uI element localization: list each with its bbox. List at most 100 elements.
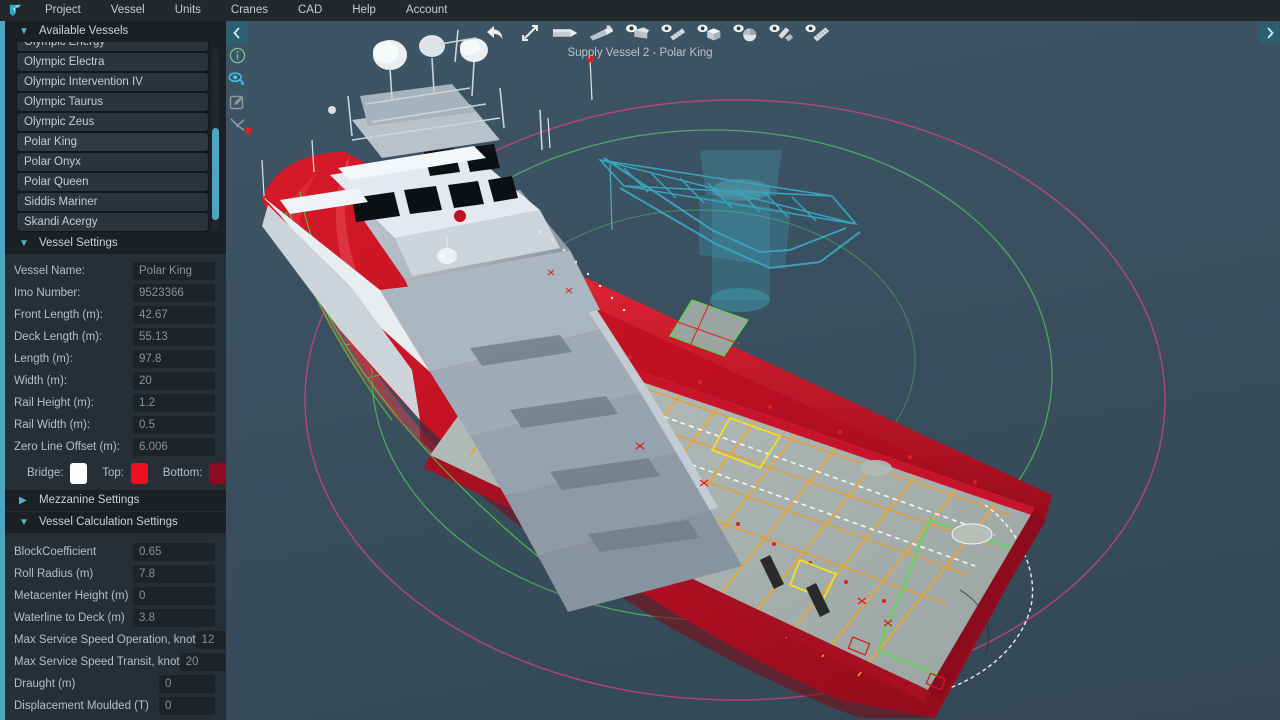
measure-line-icon[interactable] bbox=[226, 113, 248, 136]
show-measure-icon[interactable] bbox=[804, 20, 832, 46]
max-service-speed-transit-input[interactable] bbox=[179, 653, 226, 671]
show-cube-icon[interactable] bbox=[696, 20, 724, 46]
show-deck-icon[interactable] bbox=[624, 20, 652, 46]
list-item[interactable]: Siddis Mariner bbox=[16, 192, 209, 212]
bottom-color-label: Bottom: bbox=[162, 467, 203, 479]
front-length-input[interactable] bbox=[133, 306, 215, 324]
field-row-waterline-to-deck: Waterline to Deck (m) bbox=[5, 607, 226, 629]
displacement-moulded-input[interactable] bbox=[159, 697, 215, 715]
field-label: Vessel Name: bbox=[14, 265, 85, 277]
metacenter-height-input[interactable] bbox=[133, 587, 215, 605]
info-circle-icon[interactable] bbox=[226, 44, 248, 67]
available-vessels-list[interactable]: Olympic Energy Olympic Electra Olympic I… bbox=[5, 42, 226, 233]
left-sidebar: ▼ Available Vessels Olympic Energy Olymp… bbox=[0, 21, 226, 720]
menu-help[interactable]: Help bbox=[337, 0, 391, 21]
section-mezzanine-settings-header[interactable]: ▶ Mezzanine Settings bbox=[5, 490, 226, 511]
draught-input[interactable] bbox=[159, 675, 215, 693]
field-row-max-speed-transit: Max Service Speed Transit, knot bbox=[5, 651, 226, 673]
vessel-list-scrollbar-thumb[interactable] bbox=[212, 128, 219, 220]
expand-right-panel-chevron-icon[interactable] bbox=[1260, 22, 1279, 43]
list-item[interactable]: Skandi Acergy bbox=[16, 212, 209, 232]
field-label: Rail Height (m): bbox=[14, 397, 94, 409]
imo-number-input[interactable] bbox=[133, 284, 215, 302]
menu-account[interactable]: Account bbox=[391, 0, 463, 21]
bottom-color-swatch[interactable] bbox=[209, 462, 226, 484]
vessel-side-view-icon[interactable] bbox=[552, 20, 580, 46]
max-service-speed-operation-input[interactable] bbox=[195, 631, 226, 649]
list-item[interactable]: Polar Onyx bbox=[16, 152, 209, 172]
rail-width-input[interactable] bbox=[133, 416, 215, 434]
width-input[interactable] bbox=[133, 372, 215, 390]
section-title: Vessel Settings bbox=[39, 237, 118, 249]
field-label: Width (m): bbox=[14, 375, 68, 387]
deck-length-input[interactable] bbox=[133, 328, 215, 346]
waterline-to-deck-input[interactable] bbox=[133, 609, 215, 627]
application-window: Project Vessel Units Cranes CAD Help Acc… bbox=[0, 0, 1280, 720]
chevron-down-icon: ▼ bbox=[19, 516, 29, 528]
vessel-perspective-view-icon[interactable] bbox=[588, 20, 616, 46]
menu-cranes[interactable]: Cranes bbox=[216, 0, 283, 21]
menu-vessel[interactable]: Vessel bbox=[96, 0, 160, 21]
field-row-displacement-moulded: Displacement Moulded (T) bbox=[5, 695, 226, 717]
section-vessel-calculation-settings-header[interactable]: ▼ Vessel Calculation Settings bbox=[5, 512, 226, 533]
field-label: Deck Length (m): bbox=[14, 331, 103, 343]
section-title: Vessel Calculation Settings bbox=[39, 516, 178, 528]
rail-height-input[interactable] bbox=[133, 394, 215, 412]
field-row-rail-height: Rail Height (m): bbox=[5, 392, 226, 414]
field-label: Metacenter Height (m) bbox=[14, 590, 129, 602]
field-label: Waterline to Deck (m) bbox=[14, 612, 125, 624]
field-row-roll-radius: Roll Radius (m) bbox=[5, 563, 226, 585]
expand-fullscreen-icon[interactable] bbox=[516, 20, 544, 46]
app-logo-icon[interactable] bbox=[0, 0, 30, 21]
vessel-name-input[interactable] bbox=[133, 262, 215, 280]
field-label: Front Length (m): bbox=[14, 309, 103, 321]
edit-square-icon[interactable] bbox=[226, 90, 248, 113]
field-row-max-speed-operation: Max Service Speed Operation, knot bbox=[5, 629, 226, 651]
list-item[interactable]: Polar Queen bbox=[16, 172, 209, 192]
roll-radius-input[interactable] bbox=[133, 565, 215, 583]
menu-project[interactable]: Project bbox=[30, 0, 96, 21]
field-label: Max Service Speed Transit, knot bbox=[14, 656, 180, 668]
vessel-color-row: Bridge: Top: Bottom: bbox=[5, 458, 226, 488]
field-label: Displacement Moulded (T) bbox=[14, 700, 149, 712]
vessel-calculation-settings-form: BlockCoefficient Roll Radius (m) Metacen… bbox=[0, 533, 226, 717]
list-item[interactable]: Olympic Energy bbox=[16, 42, 209, 52]
bridge-color-swatch[interactable] bbox=[70, 462, 88, 484]
field-label: Roll Radius (m) bbox=[14, 568, 94, 580]
field-row-deck-length: Deck Length (m): bbox=[5, 326, 226, 348]
list-item[interactable]: Olympic Taurus bbox=[16, 92, 209, 112]
chevron-right-icon: ▶ bbox=[19, 494, 27, 506]
show-ruler-icon[interactable] bbox=[660, 20, 688, 46]
section-vessel-settings-header[interactable]: ▼ Vessel Settings bbox=[5, 233, 226, 254]
show-cargo-icon[interactable] bbox=[768, 20, 796, 46]
field-row-metacenter-height: Metacenter Height (m) bbox=[5, 585, 226, 607]
field-row-length: Length (m): bbox=[5, 348, 226, 370]
menu-cad[interactable]: CAD bbox=[283, 0, 337, 21]
list-item[interactable]: Olympic Zeus bbox=[16, 112, 209, 132]
field-row-vessel-name: Vessel Name: bbox=[5, 260, 226, 282]
show-pie-icon[interactable] bbox=[732, 20, 760, 46]
section-title: Available Vessels bbox=[39, 25, 129, 37]
top-color-swatch[interactable] bbox=[130, 462, 148, 484]
field-row-imo-number: Imo Number: bbox=[5, 282, 226, 304]
collapse-panel-chevron-left-icon[interactable] bbox=[226, 21, 248, 44]
field-row-block-coefficient: BlockCoefficient bbox=[5, 541, 226, 563]
list-item-selected[interactable]: Polar King bbox=[16, 132, 209, 152]
list-item[interactable]: Olympic Electra bbox=[16, 52, 209, 72]
zero-line-offset-input[interactable] bbox=[133, 438, 215, 456]
list-item[interactable]: Olympic Intervention IV bbox=[16, 72, 209, 92]
section-title: Mezzanine Settings bbox=[39, 494, 140, 506]
field-label: Imo Number: bbox=[14, 287, 81, 299]
field-label: Zero Line Offset (m): bbox=[14, 441, 120, 453]
length-input[interactable] bbox=[133, 350, 215, 368]
top-color-label: Top: bbox=[102, 467, 124, 479]
field-row-width: Width (m): bbox=[5, 370, 226, 392]
field-row-draught: Draught (m) bbox=[5, 673, 226, 695]
menu-units[interactable]: Units bbox=[160, 0, 216, 21]
chevron-down-icon: ▼ bbox=[19, 25, 29, 37]
section-available-vessels-header[interactable]: ▼ Available Vessels bbox=[5, 21, 226, 42]
field-label: BlockCoefficient bbox=[14, 546, 97, 558]
visibility-eye-icon[interactable] bbox=[226, 67, 248, 90]
back-arrow-icon[interactable] bbox=[480, 20, 508, 46]
block-coefficient-input[interactable] bbox=[133, 543, 215, 561]
